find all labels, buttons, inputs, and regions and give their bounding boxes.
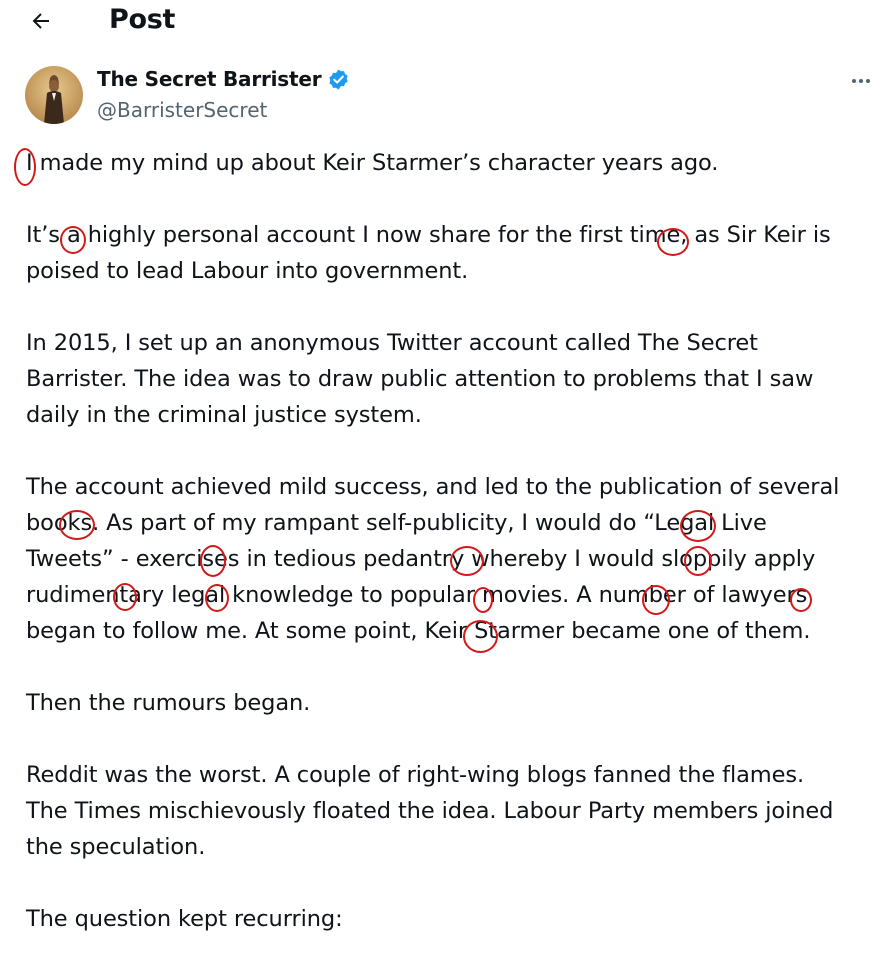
arrow-left-icon <box>32 13 49 29</box>
verified-badge-icon <box>327 68 350 91</box>
page-title: Post <box>109 4 176 35</box>
post-paragraph: Then the rumours began. <box>26 690 311 716</box>
avatar[interactable] <box>25 66 83 124</box>
author-name-row: The Secret Barrister <box>97 67 350 91</box>
post-paragraph: In 2015, I set up an anonymous Twitter a… <box>26 330 814 428</box>
more-horizontal-icon <box>852 79 870 83</box>
more-options-button[interactable] <box>846 66 876 96</box>
post-text: I made my mind up about Keir Starmer’s c… <box>26 145 886 973</box>
post-paragraph: It’s a highly personal account I now sha… <box>26 222 831 284</box>
author-handle[interactable]: @BarristerSecret <box>97 98 267 122</box>
author-display-name[interactable]: The Secret Barrister <box>97 67 322 91</box>
avatar-figure-image <box>25 66 83 124</box>
back-button[interactable] <box>26 6 56 36</box>
post-paragraph: The question kept recurring: <box>26 906 343 932</box>
post-paragraph: Reddit was the worst. A couple of right-… <box>26 762 834 860</box>
top-bar: Post <box>0 0 886 46</box>
post-paragraph: The account achieved mild success, and l… <box>26 474 840 644</box>
post-paragraph: I made my mind up about Keir Starmer’s c… <box>26 150 719 176</box>
